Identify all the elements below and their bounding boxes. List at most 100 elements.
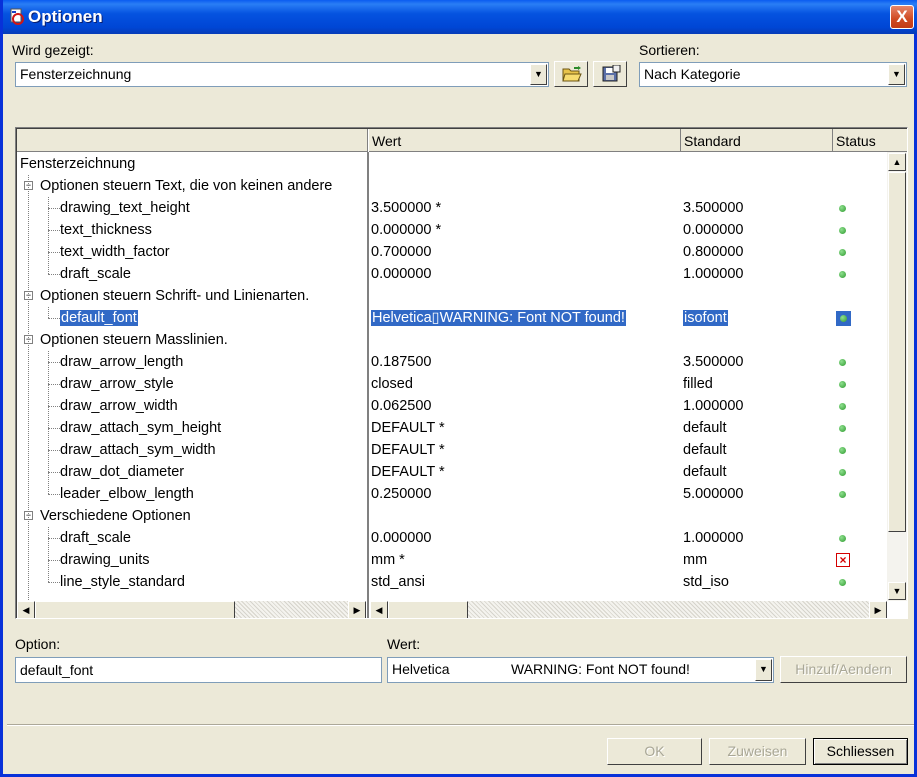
option-name-text: drawing_units (60, 552, 150, 568)
ok-button[interactable]: OK (607, 738, 702, 765)
tree-connector (48, 428, 60, 429)
status-ok-icon (839, 491, 846, 498)
scroll-right-button[interactable]: ▶ (348, 601, 366, 618)
option-default-text: 3.500000 (683, 200, 744, 216)
scroll-left-button[interactable]: ◀ (17, 601, 35, 618)
option-value[interactable]: mm * (371, 549, 405, 571)
column-header-status[interactable]: Status (833, 129, 907, 152)
tree-scroll-thumb[interactable] (35, 601, 235, 618)
title-bar[interactable]: Optionen X (3, 0, 917, 34)
tree-group[interactable]: Verschiedene Optionen (40, 505, 191, 527)
option-value-text: closed (371, 376, 413, 392)
chevron-down-icon[interactable]: ▼ (755, 659, 772, 681)
option-name[interactable]: draw_dot_diameter (60, 461, 184, 483)
column-header-value[interactable]: Wert (369, 129, 681, 152)
option-default-text: 1.000000 (683, 266, 744, 282)
tree-connector (48, 274, 60, 275)
option-name[interactable]: drawing_text_height (60, 197, 190, 219)
scroll-thumb[interactable] (888, 172, 906, 532)
tree-group[interactable]: Optionen steuern Schrift- und Linienarte… (40, 285, 309, 307)
option-value[interactable]: Helvetica▯WARNING: Font NOT found! (371, 307, 626, 329)
shown-dropdown[interactable]: Fensterzeichnung ▼ (15, 62, 549, 87)
vertical-scrollbar[interactable]: ▲ ▼ (887, 152, 907, 601)
options-grid[interactable]: Wert Standard Status Fensterzeichnung − Op… (15, 127, 908, 619)
option-default: 1.000000 (683, 527, 743, 549)
option-value[interactable]: 0.062500 (371, 395, 431, 417)
option-value[interactable]: std_ansi (371, 571, 425, 593)
option-value[interactable]: 0.250000 (371, 483, 431, 505)
option-value-text: DEFAULT * (371, 420, 445, 436)
option-name[interactable]: draft_scale (60, 263, 131, 285)
option-value-text: DEFAULT * (371, 442, 445, 458)
option-name[interactable]: leader_elbow_length (60, 483, 194, 505)
option-name[interactable]: draw_arrow_width (60, 395, 178, 417)
tree-horizontal-scrollbar[interactable]: ◀ ▶ (17, 601, 366, 618)
sort-dropdown[interactable]: Nach Kategorie ▼ (639, 62, 907, 87)
folder-open-icon (562, 66, 582, 82)
option-value[interactable]: DEFAULT * (371, 461, 445, 483)
pane-divider[interactable] (367, 152, 369, 618)
option-value[interactable]: DEFAULT * (371, 439, 445, 461)
option-name[interactable]: draft_scale (60, 527, 131, 549)
option-input[interactable]: default_font (15, 657, 382, 683)
status-dot (840, 315, 847, 322)
option-name-text: text_width_factor (60, 244, 170, 260)
close-button[interactable]: Schliessen (813, 738, 908, 765)
option-value[interactable]: 3.500000 * (371, 197, 441, 219)
apply-button[interactable]: Hinzuf/Aendern (780, 656, 907, 683)
status-ok-icon (839, 359, 846, 366)
option-name-text: draw_arrow_length (60, 354, 184, 370)
assign-button[interactable]: Zuweisen (709, 738, 806, 765)
tree-guide (48, 197, 49, 274)
option-value[interactable]: 0.000000 (371, 527, 431, 549)
option-value[interactable]: 0.000000 * (371, 219, 441, 241)
option-value[interactable]: closed (371, 373, 413, 395)
chevron-down-icon[interactable]: ▼ (530, 64, 547, 85)
option-name[interactable]: default_font (60, 307, 138, 329)
status-ok-icon (839, 469, 846, 476)
option-name-text: line_style_standard (60, 574, 185, 590)
option-default: 5.000000 (683, 483, 743, 505)
values-scroll-thumb[interactable] (388, 601, 468, 618)
scroll-up-button[interactable]: ▲ (888, 153, 906, 171)
open-config-button[interactable] (554, 61, 588, 87)
close-window-button[interactable]: X (890, 5, 914, 29)
tree-header (17, 129, 368, 152)
option-name[interactable]: line_style_standard (60, 571, 185, 593)
option-value[interactable]: 0.000000 (371, 263, 431, 285)
chevron-down-icon[interactable]: ▼ (888, 64, 905, 85)
tree-root[interactable]: Fensterzeichnung (20, 153, 135, 175)
option-name[interactable]: text_width_factor (60, 241, 170, 263)
tree-group[interactable]: Optionen steuern Text, die von keinen an… (40, 175, 332, 197)
save-config-icon (602, 65, 621, 82)
option-name[interactable]: draw_attach_sym_height (60, 417, 221, 439)
tree-connector (48, 384, 60, 385)
save-config-button[interactable] (593, 61, 627, 87)
option-default: 3.500000 (683, 351, 743, 373)
option-default-text: 0.000000 (683, 222, 744, 238)
option-name[interactable]: draw_arrow_length (60, 351, 183, 373)
tree-connector (48, 406, 60, 407)
tree-connector (48, 560, 60, 561)
option-value-text: 0.187500 (371, 354, 432, 370)
tree-group[interactable]: Optionen steuern Masslinien. (40, 329, 228, 351)
option-name[interactable]: drawing_units (60, 549, 149, 571)
option-name[interactable]: draw_arrow_style (60, 373, 174, 395)
close-icon: X (896, 7, 908, 26)
scroll-left-button[interactable]: ◀ (370, 601, 388, 618)
option-default: std_iso (683, 571, 729, 593)
option-value[interactable]: DEFAULT * (371, 417, 445, 439)
status-ok-icon (836, 311, 851, 326)
values-horizontal-scrollbar[interactable]: ◀ ▶ (370, 601, 887, 618)
option-default: 3.500000 (683, 197, 743, 219)
option-default-text: 0.800000 (683, 244, 744, 260)
scroll-right-button[interactable]: ▶ (869, 601, 887, 618)
scroll-down-button[interactable]: ▼ (888, 582, 906, 600)
option-value[interactable]: 0.700000 (371, 241, 431, 263)
value-dropdown[interactable]: Helvetica WARNING: Font NOT found! ▼ (387, 657, 774, 683)
option-name[interactable]: draw_attach_sym_width (60, 439, 216, 461)
option-name[interactable]: text_thickness (60, 219, 152, 241)
option-default: mm (683, 549, 707, 571)
option-value[interactable]: 0.187500 (371, 351, 431, 373)
column-header-default[interactable]: Standard (681, 129, 833, 152)
